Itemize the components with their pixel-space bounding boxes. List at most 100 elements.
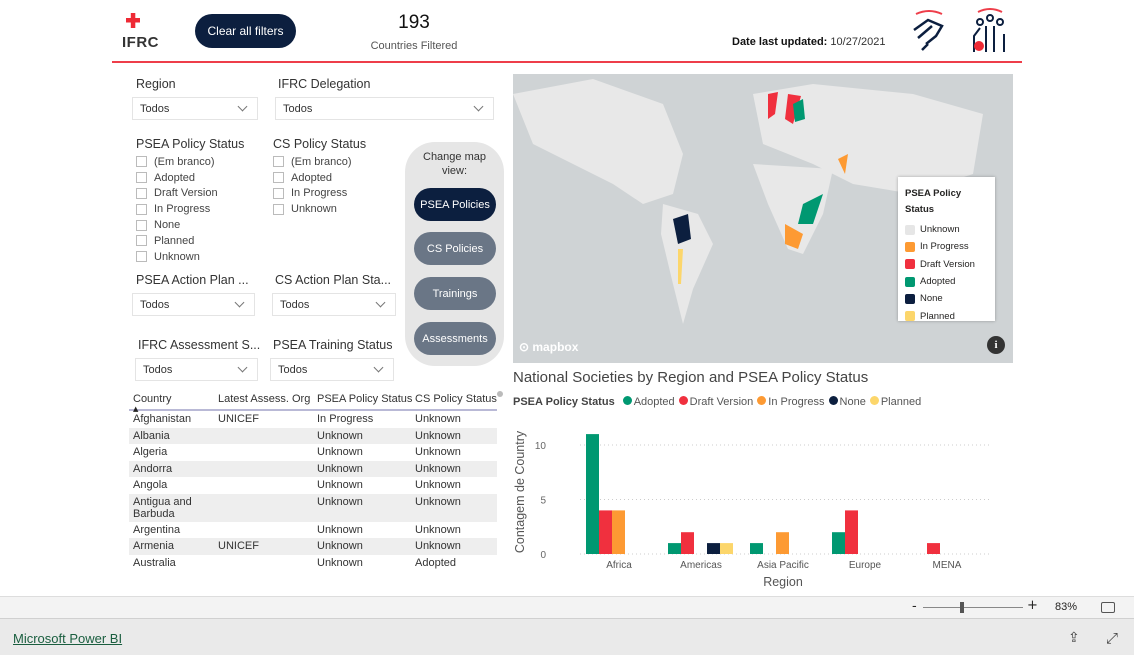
header-country[interactable]: Country <box>129 393 218 405</box>
table-cell: Afghanistan <box>133 413 192 425</box>
y-tick-label: 0 <box>540 550 546 561</box>
table-cell: Unknown <box>415 479 461 491</box>
table-row[interactable]: Angola Unknown Unknown <box>129 477 497 494</box>
psea-option[interactable]: (Em branco) <box>136 154 218 170</box>
header-cs-status[interactable]: CS Policy Status <box>415 393 497 405</box>
countries-table: Country Latest Assess. Org PSEA Policy S… <box>129 390 497 571</box>
psea-option[interactable]: Draft Version <box>136 186 218 202</box>
chart-legend-item[interactable]: Draft Version <box>678 396 754 408</box>
logo-text: IFRC <box>122 34 159 51</box>
chart-legend-item[interactable]: None <box>828 396 866 408</box>
zoom-level: 83% <box>1055 601 1078 613</box>
fullscreen-icon[interactable]: ⤢ <box>1106 629 1118 647</box>
table-row[interactable]: Albania Unknown Unknown <box>129 427 497 444</box>
y-tick-label: 5 <box>540 496 546 507</box>
info-icon[interactable]: i <box>987 336 1005 354</box>
chart-legend-item[interactable]: Adopted <box>622 396 675 408</box>
table-row[interactable]: Afghanistan UNICEF In Progress Unknown <box>129 411 497 428</box>
checkbox[interactable] <box>273 203 284 215</box>
legend-item: Draft Version <box>905 256 988 273</box>
checkbox[interactable] <box>273 172 284 184</box>
checkbox[interactable] <box>136 219 147 231</box>
table-row[interactable]: Algeria Unknown Unknown <box>129 444 497 461</box>
legend-dot <box>622 396 632 405</box>
zoom-in-button[interactable]: + <box>1027 598 1038 613</box>
psea-action-dropdown[interactable]: Todos <box>132 293 255 316</box>
table-cell: Antigua and Barbuda <box>133 495 192 520</box>
legend-label: Draft Version <box>920 258 975 270</box>
share-icon[interactable]: ⇪ <box>1068 630 1080 646</box>
mapbox-label: mapbox <box>532 340 579 354</box>
checkbox[interactable] <box>273 187 284 199</box>
chart-legend-item[interactable]: In Progress <box>757 396 825 408</box>
table-row[interactable]: Argentina Unknown Unknown <box>129 522 497 539</box>
clear-all-filters-button[interactable]: Clear all filters <box>195 14 296 48</box>
legend-label: Draft Version <box>689 396 754 408</box>
table-row[interactable]: Armenia UNICEF Unknown Unknown <box>129 538 497 555</box>
header-psea-status[interactable]: PSEA Policy Status <box>317 393 415 405</box>
checkbox[interactable] <box>136 172 147 184</box>
legend-item: Unknown <box>905 221 988 238</box>
table-row[interactable]: Andorra Unknown Unknown <box>129 460 497 477</box>
chevron-down-icon <box>473 101 484 112</box>
psea-policy-label: PSEA Policy Status <box>136 137 245 151</box>
cs-option[interactable]: In Progress <box>273 186 352 202</box>
cs-policies-button[interactable]: CS Policies <box>414 232 496 265</box>
bar-none <box>707 543 720 554</box>
chevron-down-icon <box>234 297 245 308</box>
assessment-dropdown[interactable]: Todos <box>135 358 258 381</box>
checkbox[interactable] <box>136 187 147 199</box>
checkbox[interactable] <box>136 251 147 263</box>
table-cell <box>218 496 317 520</box>
table-body: Afghanistan UNICEF In Progress Unknown Alban… <box>129 411 497 571</box>
cs-action-dropdown[interactable]: Todos <box>272 293 396 316</box>
assessments-button[interactable]: Assessments <box>414 322 496 355</box>
cs-policy-label: CS Policy Status <box>273 137 367 151</box>
region-label: Region <box>136 77 176 91</box>
cs-option[interactable]: Unknown <box>273 201 352 217</box>
psea-option[interactable]: Unknown <box>136 249 218 265</box>
table-cell: Unknown <box>317 429 363 442</box>
zoom-out-button[interactable]: - <box>912 599 917 614</box>
bar-adopted <box>750 543 763 554</box>
bar-chart: 0 5 10 Africa Americas Asia Pacific Europe MENA… <box>513 430 990 589</box>
psea-option[interactable]: Adopted <box>136 170 218 186</box>
bar-draft-version <box>599 510 612 554</box>
table-cell <box>218 479 317 492</box>
legend-label: None <box>920 293 943 305</box>
table-cell: Unknown <box>415 429 461 442</box>
psea-option[interactable]: In Progress <box>136 201 218 217</box>
table-cell <box>218 430 317 443</box>
training-dropdown[interactable]: Todos <box>270 358 394 381</box>
psea-option[interactable]: None <box>136 217 218 233</box>
zoom-slider[interactable] <box>923 607 1023 608</box>
table-row[interactable]: Antigua and Barbuda Unknown Unknown <box>129 493 497 522</box>
zoom-slider-handle[interactable] <box>960 602 964 613</box>
table-cell: Albania <box>133 429 170 442</box>
checkbox[interactable] <box>136 203 147 215</box>
trainings-button[interactable]: Trainings <box>414 277 496 310</box>
cs-option[interactable]: Adopted <box>273 170 352 186</box>
table-cell: Unknown <box>317 462 363 475</box>
delegation-dropdown[interactable]: Todos <box>275 97 494 120</box>
cs-option[interactable]: (Em branco) <box>273 154 352 170</box>
table-row[interactable]: Australia Unknown Adopted <box>129 555 497 572</box>
fit-to-page-icon[interactable] <box>1101 602 1115 613</box>
chart-legend-item[interactable]: Planned <box>869 396 921 408</box>
psea-option[interactable]: Planned <box>136 233 218 249</box>
x-tick-label: Africa <box>606 560 632 571</box>
table-cell: Argentina <box>133 523 181 536</box>
legend-item: Adopted <box>905 273 988 290</box>
legend-item: Planned <box>905 307 988 324</box>
psea-policies-button[interactable]: PSEA Policies <box>414 188 496 221</box>
x-tick-label: Europe <box>849 560 882 571</box>
checkbox[interactable] <box>273 156 284 168</box>
bar-in-progress <box>776 532 789 554</box>
header-assess-org[interactable]: Latest Assess. Org <box>218 393 317 405</box>
legend-swatch <box>905 293 915 304</box>
powerbi-link[interactable]: Microsoft Power BI <box>13 631 122 646</box>
table-scrollbar[interactable] <box>497 391 503 397</box>
checkbox[interactable] <box>136 235 147 247</box>
checkbox[interactable] <box>136 156 147 168</box>
region-dropdown[interactable]: Todos <box>132 97 258 120</box>
